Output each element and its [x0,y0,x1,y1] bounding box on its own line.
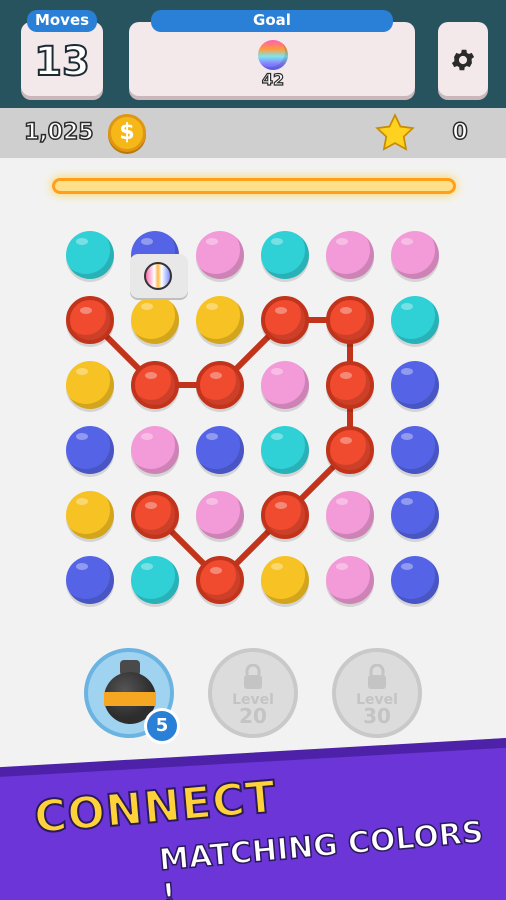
ball-red[interactable] [131,491,179,539]
ball-blue[interactable] [66,556,114,604]
lock-icon [368,664,386,689]
ball-cyan[interactable] [66,231,114,279]
ball-red[interactable] [261,491,309,539]
lock-level-number: 20 [239,704,267,728]
ball-yellow[interactable] [131,296,179,344]
ball-red[interactable] [261,296,309,344]
ball-pink[interactable] [196,491,244,539]
ball-pink[interactable] [261,361,309,409]
ball-blue[interactable] [66,426,114,474]
ball-cyan[interactable] [391,296,439,344]
bomb-band [104,692,156,706]
ball-pink[interactable] [326,231,374,279]
ball-blue[interactable] [391,556,439,604]
lock-icon [244,664,262,689]
ball-pink[interactable] [326,491,374,539]
ball-cyan[interactable] [261,231,309,279]
ball-pink[interactable] [131,426,179,474]
ball-blue[interactable] [391,426,439,474]
ball-pink[interactable] [326,556,374,604]
ball-blue[interactable] [196,426,244,474]
lock-level-number: 30 [363,704,391,728]
ball-yellow[interactable] [66,491,114,539]
ball-red[interactable] [196,556,244,604]
ball-red[interactable] [326,296,374,344]
ball-red[interactable] [131,361,179,409]
ball-red[interactable] [66,296,114,344]
ball-cyan[interactable] [131,556,179,604]
ball-yellow[interactable] [261,556,309,604]
ball-pink[interactable] [391,231,439,279]
ball-blue[interactable] [391,491,439,539]
ball-yellow[interactable] [196,296,244,344]
ball-blue[interactable] [391,361,439,409]
ball-yellow[interactable] [66,361,114,409]
ball-red[interactable] [326,426,374,474]
bomb-count-badge: 5 [144,708,180,744]
ball-cyan[interactable] [261,426,309,474]
ball-pink[interactable] [196,231,244,279]
rainbow-ball-icon [144,262,172,290]
ball-red[interactable] [196,361,244,409]
ball-red[interactable] [326,361,374,409]
